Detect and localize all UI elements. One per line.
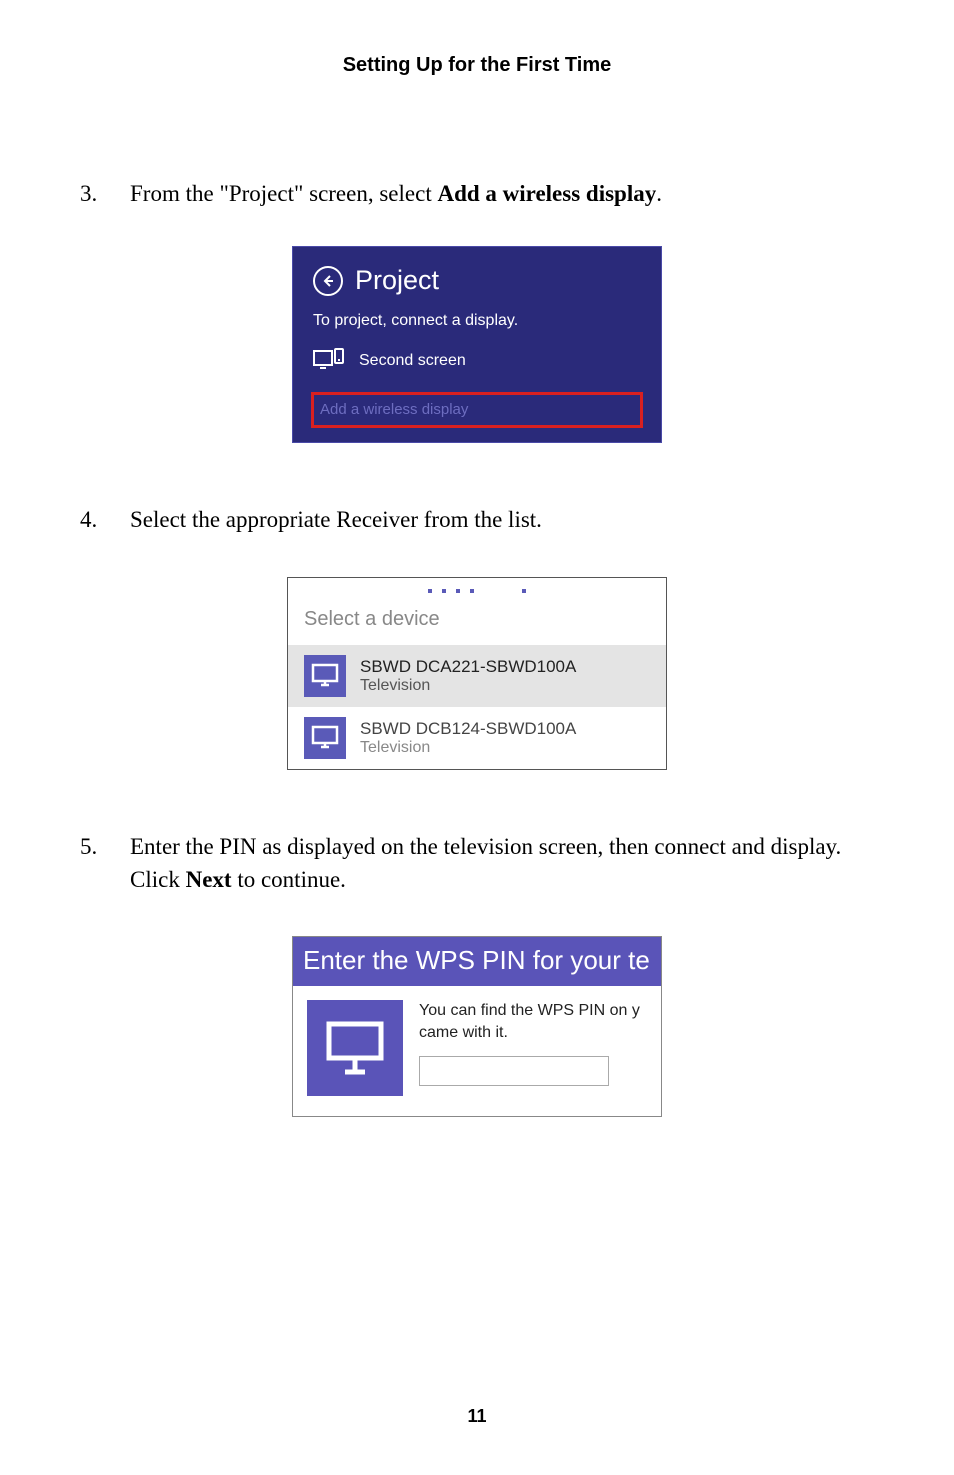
step-number: 5.	[80, 830, 130, 863]
loading-dots	[288, 578, 666, 604]
project-title: Project	[355, 265, 439, 296]
arrow-left-icon	[321, 274, 335, 288]
select-device-title: Select a device	[288, 604, 666, 645]
step-number: 3.	[80, 177, 130, 210]
wps-pin-input[interactable]	[419, 1056, 609, 1086]
step-3: 3. From the "Project" screen, select Add…	[0, 177, 954, 210]
wps-text-column: You can find the WPS PIN on y came with …	[419, 1000, 647, 1096]
wps-dialog-title: Enter the WPS PIN for your te	[293, 937, 661, 986]
device-type: Television	[360, 677, 576, 695]
device-item[interactable]: SBWD DCA221-SBWD100A Television	[288, 645, 666, 707]
back-button[interactable]	[313, 266, 343, 296]
step-5: 5. Enter the PIN as displayed on the tel…	[0, 830, 954, 897]
tv-icon	[307, 1000, 403, 1096]
wps-dialog-body: You can find the WPS PIN on y came with …	[293, 986, 661, 1116]
step-4: 4. Select the appropriate Receiver from …	[0, 503, 954, 536]
device-info: SBWD DCB124-SBWD100A Television	[360, 719, 576, 757]
device-item[interactable]: SBWD DCB124-SBWD100A Television	[288, 707, 666, 769]
second-screen-option[interactable]: Second screen	[293, 342, 661, 384]
figure-wps-pin: Enter the WPS PIN for your te You can fi…	[0, 936, 954, 1122]
wps-pin-dialog: Enter the WPS PIN for your te You can fi…	[292, 936, 662, 1117]
wps-hint-line: came with it.	[419, 1022, 647, 1044]
page-section-header: Setting Up for the First Time	[0, 0, 954, 77]
step-text: Select the appropriate Receiver from the…	[130, 503, 874, 536]
select-device-panel: Select a device SBWD DCA221-SBWD100A Tel…	[287, 577, 667, 770]
second-screen-label: Second screen	[359, 352, 466, 370]
second-screen-icon	[313, 348, 345, 374]
figure-project-panel: Project To project, connect a display. S…	[0, 246, 954, 443]
tv-icon	[304, 655, 346, 697]
step-text: From the "Project" screen, select Add a …	[130, 177, 874, 210]
device-name: SBWD DCB124-SBWD100A	[360, 719, 576, 739]
device-name: SBWD DCA221-SBWD100A	[360, 657, 576, 677]
tv-icon	[304, 717, 346, 759]
device-type: Television	[360, 739, 576, 757]
step-text-post: .	[656, 181, 662, 206]
wps-hint-line: You can find the WPS PIN on y	[419, 1000, 647, 1022]
step-number: 4.	[80, 503, 130, 536]
project-subtitle: To project, connect a display.	[293, 310, 661, 342]
page-number: 11	[0, 1406, 954, 1427]
step-text: Enter the PIN as displayed on the televi…	[130, 830, 874, 897]
figure-select-device: Select a device SBWD DCA221-SBWD100A Tel…	[0, 577, 954, 770]
add-wireless-label: Add a wireless display	[320, 401, 468, 418]
step-text-bold: Add a wireless display	[437, 181, 656, 206]
step-text-pre: From the "Project" screen, select	[130, 181, 437, 206]
project-title-row: Project	[293, 265, 661, 310]
add-wireless-display-link[interactable]: Add a wireless display	[311, 392, 643, 428]
device-info: SBWD DCA221-SBWD100A Television	[360, 657, 576, 695]
project-panel: Project To project, connect a display. S…	[292, 246, 662, 443]
step-text-bold: Next	[186, 867, 232, 892]
step-text-post: to continue.	[232, 867, 346, 892]
